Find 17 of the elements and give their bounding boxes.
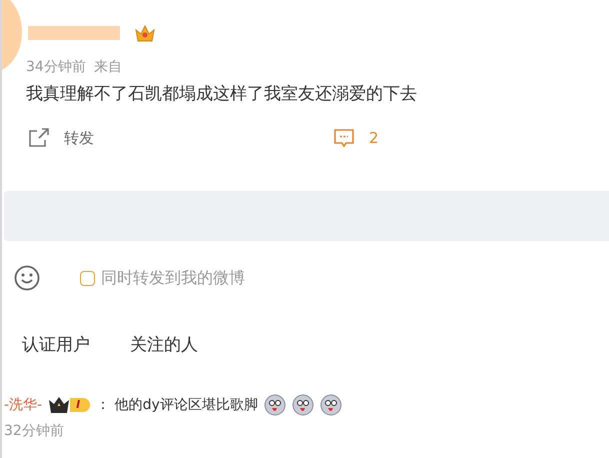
post-time: 34分钟前 xyxy=(26,58,86,76)
crown-icon xyxy=(134,24,156,42)
repost-button[interactable]: 转发 xyxy=(28,128,333,148)
comment-author[interactable]: -洗华- xyxy=(4,396,42,414)
comment-icon xyxy=(333,128,355,148)
smiley-icon[interactable] xyxy=(14,265,40,291)
source-label: 来自 xyxy=(94,58,122,76)
level-badge: I xyxy=(70,398,90,412)
filter-tab[interactable]: 关注的人 xyxy=(130,333,198,356)
post-text: 我真理解不了石凯都塌成这样了我室友还溺爱的下去 xyxy=(25,83,418,105)
share-icon xyxy=(28,128,50,148)
comment-text: ： 他的dy评论区堪比歌脚 xyxy=(96,396,258,414)
filter-tab[interactable]: 认证用户 xyxy=(22,333,90,356)
crown-icon xyxy=(48,396,70,414)
repost-option-label: 同时转发到我的微博 xyxy=(101,268,245,288)
comment-time: 32分钟前 xyxy=(3,422,65,440)
repost-checkbox[interactable] xyxy=(80,270,95,286)
